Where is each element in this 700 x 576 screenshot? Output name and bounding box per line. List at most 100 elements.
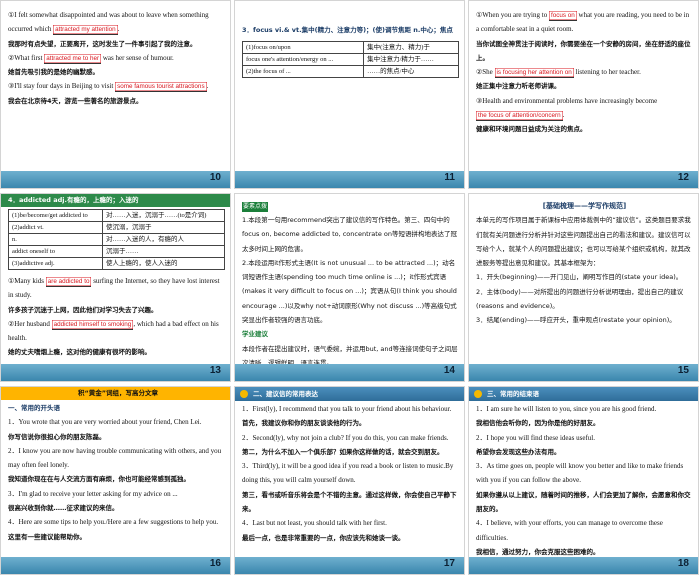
slide-11-body: 3．focus vi.& vt.集中(精力、注意力等)；(使)调节焦距 n.中心…	[241, 23, 459, 79]
list-item: 3．结尾(ending)——呼应开头，重申观点(restate your opi…	[476, 316, 676, 325]
slide-14-body: 1.本段第一句用recommend突出了建议信的写作特色。第三、四句中的focu…	[242, 213, 459, 370]
section-tab: 三、常用的结束语	[469, 387, 698, 401]
slide-13-body: 4．addicted adj.有瘾的，上瘾的；入迷的 (1)be/become/…	[7, 194, 225, 360]
slide-footer: 10	[1, 171, 230, 188]
translation: 这里有一些建议能帮助你。	[8, 532, 86, 541]
translation: 我会在北京待4天，游览一些著名的旅游景点。	[8, 96, 143, 105]
list-item: 1．First(ly), I recommend that you talk t…	[242, 405, 452, 413]
slide-16[interactable]: 积“黄金”词组，写高分文章 一、常用的开头语 1．You wrote that …	[0, 386, 231, 575]
page-number: 17	[443, 558, 455, 569]
slide-13[interactable]: 4．addicted adj.有瘾的，上瘾的；入迷的 (1)be/become/…	[0, 193, 231, 382]
section-tab: 二、建议信的常用表达	[235, 387, 464, 401]
table-row: (2)addict vt. 使沉溺，沉溺于	[7, 221, 225, 234]
list-item: 1．开头(beginning)——开门见山，阐明写作目的(state your …	[476, 273, 683, 282]
translation: 当你试图全神贯注于阅读时，你需要坐在一个安静的房间，坐在舒适的座位上。	[476, 39, 691, 62]
list-item: 4．I believe, with your efforts, you can …	[476, 519, 663, 542]
answer-blank: are addicted to	[45, 277, 92, 287]
translation: 希望你会发现这些办法有用。	[476, 447, 561, 456]
vocab-table: (1)be/become/get addicted to 对……入迷，沉溺于……(…	[7, 209, 225, 270]
list-item: 1．You wrote that you are very worried ab…	[8, 418, 202, 427]
list-item: 2．主体(body)——对所提出的问题进行分析说明理由，提出自己的建议(reas…	[476, 287, 684, 311]
translation: 第二，为什么不加入一个俱乐部？如果你这样做的话，就会交到朋友。	[242, 447, 444, 456]
translation: 她正集中注意力听老师讲课。	[476, 82, 561, 91]
vocab-heading: 3．focus vi.& vt.集中(精力、注意力等)；(使)调节焦距 n.中心…	[242, 26, 453, 34]
slide-16-body: 一、常用的开头语 1．You wrote that you are very w…	[8, 401, 225, 544]
table-row: n. 对……入迷的人，有瘾的人	[7, 233, 225, 246]
paragraph: 本单元的写作项目属于新课标中应用体裁例中的“建议信”。这类题目要求我们就有关问题…	[476, 216, 691, 268]
translation: 最后一点，也是非常重要的一点，你应该先和她谈一谈。	[242, 533, 405, 542]
slide-footer: 18	[469, 557, 698, 574]
slide-18[interactable]: 三、常用的结束语 1．I am sure he will listen to y…	[468, 386, 699, 575]
page-number: 11	[444, 172, 455, 183]
page-number: 12	[677, 172, 689, 183]
slide-footer: 13	[1, 364, 230, 381]
list-item: 3．Third(ly), it will be a good idea if y…	[242, 462, 454, 485]
section-tag: 要素点拨	[242, 202, 268, 212]
answer-blank: some famous tourist attractions	[115, 82, 207, 93]
list-item: 2．Second(ly), why not join a club? If yo…	[242, 433, 449, 442]
translation: 你写信说你很担心你的朋友陈磊。	[8, 432, 106, 441]
translation: 首先，我建议你和你的朋友谈谈他的行为。	[242, 419, 366, 428]
answer-blank: the focus of attention/concern	[476, 111, 563, 122]
slide-10-body: ①I felt somewhat disappointed and was ab…	[8, 8, 225, 108]
table-row: focus one's attention/energy on ... 集中注意力…	[241, 53, 459, 67]
slide-title: [基础梳理——学写作规范]	[542, 202, 627, 210]
page-number: 18	[677, 558, 689, 569]
translation: 我那时有点失望，正要离开，这时发生了一件事引起了我的注意。	[8, 39, 197, 48]
list-item: 4．Here are some tips to help you./Here a…	[8, 518, 219, 527]
page-number: 10	[209, 172, 221, 183]
slide-12-body: ①When you are trying to focus on what yo…	[476, 8, 693, 137]
page-number: 14	[443, 365, 455, 376]
paragraph: 1.本段第一句用recommend突出了建议信的写作特色。第三、四句中的focu…	[242, 216, 458, 253]
list-item: 2．I hope you will find these ideas usefu…	[476, 433, 595, 442]
slide-grid: ①I felt somewhat disappointed and was ab…	[0, 0, 700, 576]
paragraph: 2.本段运用it作形式主语(It is not unusual ... to b…	[242, 258, 457, 325]
slide-15[interactable]: [基础梳理——学写作规范] 本单元的写作项目属于新课标中应用体裁例中的“建议信”…	[468, 193, 699, 382]
table-row: (3)addictive adj. 使人上瘾的，使人入迷的	[7, 257, 225, 270]
translation: 她首先吸引我的是她的幽默感。	[8, 68, 99, 77]
slide-17[interactable]: 二、建议信的常用表达 1．First(ly), I recommend that…	[234, 386, 465, 575]
translation: 如果你遵从以上建议，随着时间的推移，人们会更加了解你，会愿意和你交朋友的。	[476, 490, 691, 514]
slide-footer: 15	[469, 364, 698, 381]
table-row: (1)focus on/upon 集中(注意力、精力)于	[241, 41, 459, 55]
page-number: 16	[209, 558, 221, 569]
slide-footer: 12	[469, 171, 698, 188]
subheading: 学业建议	[242, 330, 268, 339]
answer-blank: is focusing her attention on	[494, 68, 574, 79]
table-row: (2)the focus of ... ……的焦点/中心	[241, 65, 459, 79]
list-item: 2．I know you are now having trouble comm…	[8, 446, 222, 470]
answer-blank: focus on	[548, 11, 577, 21]
vocab-table: (1)focus on/upon 集中(注意力、精力)于 focus one's …	[241, 41, 459, 79]
list-item: 3．As time goes on, people will know you …	[476, 462, 684, 485]
list-item: 4．Last but not least, you should talk wi…	[242, 519, 387, 528]
table-row: addict oneself to 沉溺于……	[7, 245, 225, 258]
slide-18-body: 1．I am sure he will listen to you, since…	[476, 402, 693, 559]
slide-10[interactable]: ①I felt somewhat disappointed and was ab…	[0, 0, 231, 189]
slide-14[interactable]: 要素点拨 1.本段第一句用recommend突出了建议信的写作特色。第三、四句中…	[234, 193, 465, 382]
list-item: 3．I'm glad to receive your letter asking…	[8, 489, 178, 498]
slide-12[interactable]: ①When you are trying to focus on what yo…	[468, 0, 699, 189]
translation: 她的丈夫嗜烟上瘾，这对他的健康有很坏的影响。	[8, 348, 151, 357]
translation: 很高兴收到你就……征求建议的来信。	[8, 504, 119, 513]
answer-blank: attracted me to her	[44, 53, 102, 64]
table-row: (1)be/become/get addicted to 对……入迷，沉溺于……(…	[7, 209, 225, 222]
translation: 我知道你现在在与人交流方面有麻烦，你也可能经常感到孤独。	[8, 475, 190, 484]
slide-15-body: [基础梳理——学写作规范] 本单元的写作项目属于新课标中应用体裁例中的“建议信”…	[476, 199, 693, 328]
slide-footer: 16	[1, 557, 230, 574]
translation: 第三，看书或听音乐将会是个不错的主意。通过这样做，你会使自己平静下来。	[242, 490, 457, 514]
translation: 我相信他会听你的，因为你是他的好朋友。	[476, 419, 600, 428]
translation: 健康和环境问题日益成为关注的焦点。	[476, 125, 587, 134]
answer-blank: addicted himself to smoking	[51, 319, 134, 330]
list-item: 1．I am sure he will listen to you, since…	[476, 405, 657, 413]
section-banner: 积“黄金”词组，写高分文章	[1, 387, 230, 400]
translation: 许多孩子沉迷于上网，因此他们对学习失去了兴趣。	[8, 305, 158, 314]
subheading: 一、常用的开头语	[8, 404, 60, 412]
page-number: 15	[677, 365, 689, 376]
slide-footer: 14	[235, 364, 464, 381]
slide-footer: 17	[235, 557, 464, 574]
slide-11[interactable]: 3．focus vi.& vt.集中(精力、注意力等)；(使)调节焦距 n.中心…	[234, 0, 465, 189]
answer-blank: attracted my attention	[53, 25, 118, 36]
slide-footer: 11	[235, 171, 464, 188]
slide-17-body: 1．First(ly), I recommend that you talk t…	[242, 402, 459, 545]
page-number: 13	[209, 365, 221, 376]
